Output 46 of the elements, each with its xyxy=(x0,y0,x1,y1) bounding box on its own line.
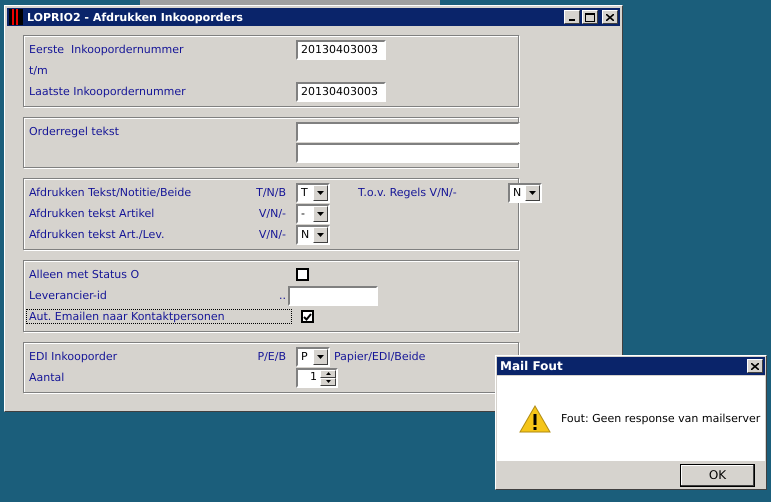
close-button[interactable] xyxy=(602,10,618,24)
dropdown[interactable]: - xyxy=(296,204,330,224)
minimize-button[interactable] xyxy=(564,10,580,24)
error-message: Fout: Geen response van mailserver xyxy=(561,412,760,425)
code-hint: V/N/- xyxy=(258,228,286,241)
option-hint: Papier/EDI/Beide xyxy=(334,350,426,363)
dropdown[interactable]: N xyxy=(508,182,542,202)
field-label: Laatste Inkoopordernummer xyxy=(29,85,187,98)
window-title: LOPRIO2 - Afdrukken Inkooporders xyxy=(27,10,244,24)
input-field[interactable]: 20130403003 xyxy=(296,82,386,102)
input-field[interactable]: 20130403003 xyxy=(296,40,386,60)
close-button[interactable] xyxy=(747,359,763,373)
dropdown[interactable]: T xyxy=(296,182,330,202)
field-label: EDI Inkooporder xyxy=(29,350,118,363)
field-label: Afdrukken tekst Artikel xyxy=(29,207,156,220)
code-hint: T/N/B xyxy=(255,186,286,199)
checkbox[interactable] xyxy=(301,310,314,323)
field-label: T.o.v. Regels V/N/- xyxy=(358,186,458,199)
field-label: Leverancier-id xyxy=(29,289,108,302)
warning-icon xyxy=(519,404,551,432)
field-label: Eerste Inkoopordernummer xyxy=(29,43,184,56)
field-label: Alleen met Status O xyxy=(29,268,140,281)
field-label: Afdrukken Tekst/Notitie/Beide xyxy=(29,186,192,199)
checkbox[interactable] xyxy=(296,268,309,281)
code-hint: P/E/B xyxy=(256,350,286,363)
dropdown[interactable]: N xyxy=(296,224,330,244)
ok-button[interactable]: OK xyxy=(680,464,755,486)
input-field[interactable] xyxy=(288,286,378,306)
dropdown[interactable]: P xyxy=(296,346,330,366)
app-icon xyxy=(9,9,23,25)
code-hint: .. xyxy=(278,289,286,302)
field-label: Aut. Emailen naar Kontaktpersonen xyxy=(27,310,291,323)
input-field[interactable] xyxy=(296,142,520,162)
dialog-title: Mail Fout xyxy=(500,359,564,373)
number-spinner[interactable]: 1 xyxy=(296,368,338,388)
spin-up-icon[interactable] xyxy=(320,370,336,378)
field-label: Afdrukken tekst Art./Lev. xyxy=(29,228,166,241)
field-label: Aantal xyxy=(29,371,66,384)
close-icon xyxy=(606,14,614,20)
input-field[interactable] xyxy=(296,122,520,142)
field-label: Orderregel tekst xyxy=(29,125,120,138)
maximize-icon xyxy=(585,12,595,22)
code-hint: V/N/- xyxy=(258,207,286,220)
field-label: t/m xyxy=(29,64,48,77)
maximize-button[interactable] xyxy=(582,10,598,24)
close-icon xyxy=(751,362,759,370)
